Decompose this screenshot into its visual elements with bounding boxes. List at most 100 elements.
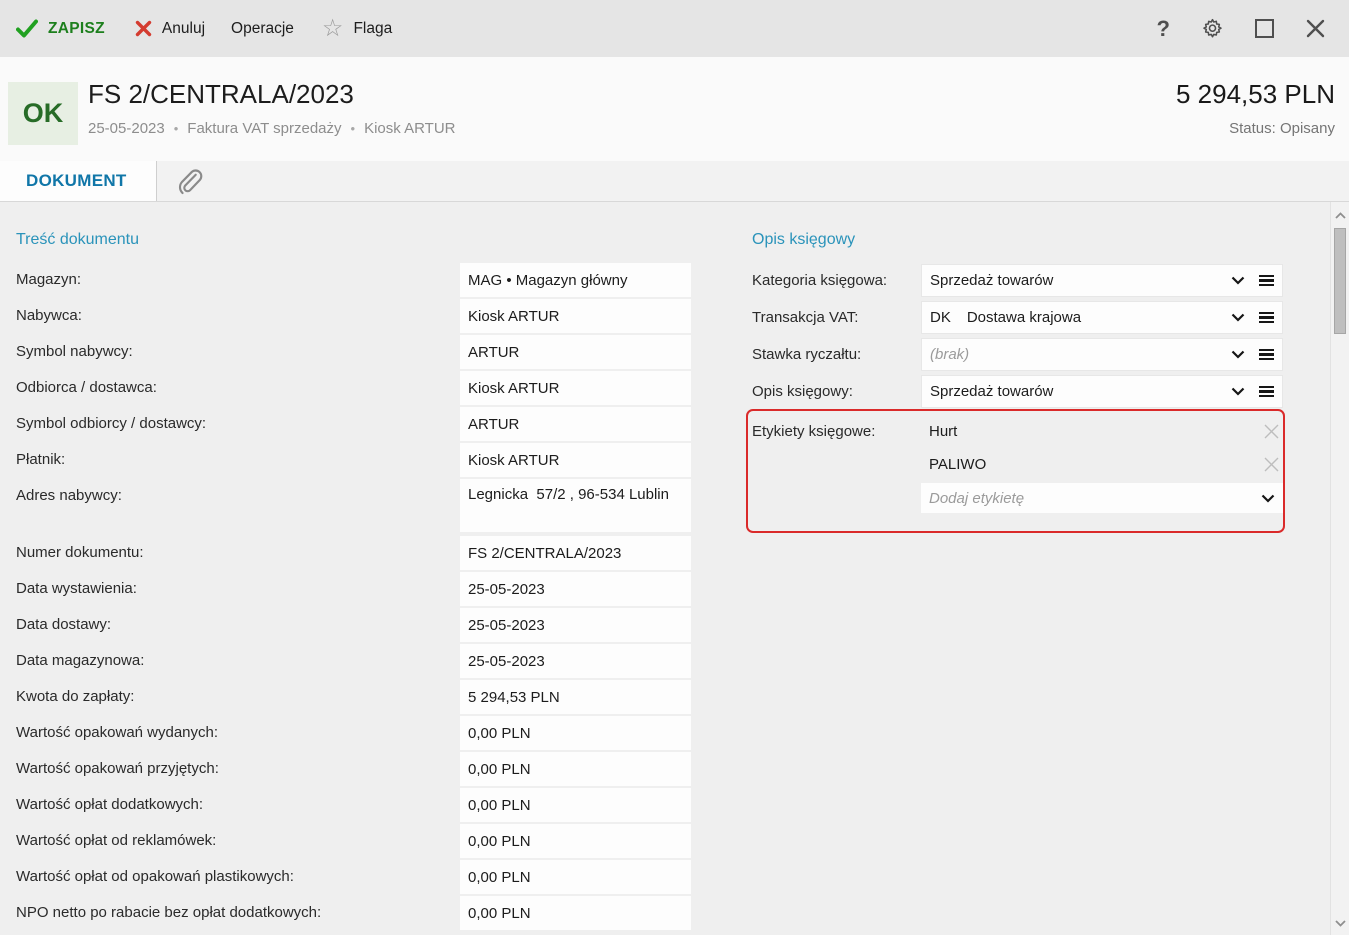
scroll-up-icon[interactable]: [1331, 212, 1349, 219]
field-label: Wartość opakowań wydanych:: [16, 716, 218, 750]
dropdown-field[interactable]: (brak): [921, 338, 1283, 371]
separator-dot: •: [174, 121, 179, 136]
field-label: Stawka ryczałtu:: [752, 338, 861, 371]
dropdown-value-code: DK: [930, 309, 951, 326]
dropdown-field[interactable]: Sprzedaż towarów: [921, 264, 1283, 297]
field-value: Legnicka 57/2 , 96-534 Lublin: [468, 484, 669, 505]
field-value-box[interactable]: Kiosk ARTUR: [460, 443, 691, 477]
flag-button-label: Flaga: [353, 20, 392, 38]
field-value-box[interactable]: 0,00 PLN: [460, 752, 691, 786]
document-field-row: Data magazynowa:25-05-2023: [0, 644, 700, 678]
field-value: 25-05-2023: [468, 579, 545, 600]
field-label: Kategoria księgowa:: [752, 264, 887, 297]
menu-icon[interactable]: [1259, 312, 1274, 323]
dropdown-field[interactable]: Sprzedaż towarów: [921, 375, 1283, 408]
tab-attachments[interactable]: [158, 161, 222, 201]
accounting-field-row: Opis księgowy: Sprzedaż towarów: [0, 375, 1300, 408]
document-status: Status: Opisany: [1229, 120, 1335, 137]
save-button[interactable]: ZAPISZ: [16, 19, 105, 38]
flag-button[interactable]: ☆ Flaga: [322, 17, 392, 41]
document-field-row: Kwota do zapłaty: 5 294,53 PLN: [0, 680, 700, 714]
dropdown-value: Dostawa krajowa: [967, 309, 1217, 326]
accounting-field-row: Kategoria księgowa: Sprzedaż towarów: [0, 264, 1300, 297]
separator-dot: •: [351, 121, 356, 136]
document-field-row: Wartość opakowań wydanych: 0,00 PLN: [0, 716, 700, 750]
field-value: 0,00 PLN: [468, 903, 531, 924]
field-value-box[interactable]: Legnicka 57/2 , 96-534 Lublin: [460, 479, 691, 532]
field-label: Kwota do zapłaty:: [16, 680, 134, 714]
field-value-box[interactable]: 25-05-2023: [460, 608, 691, 642]
menu-icon[interactable]: [1259, 275, 1274, 286]
dropdown-value: Sprzedaż towarów: [930, 383, 1217, 400]
tag-row: PALIWO: [921, 448, 1283, 481]
field-label: Adres nabywcy:: [16, 479, 122, 513]
field-value-box[interactable]: 0,00 PLN: [460, 716, 691, 750]
field-value: 0,00 PLN: [468, 795, 531, 816]
chevron-down-icon[interactable]: [1231, 276, 1245, 285]
accounting-fields: Kategoria księgowa: Sprzedaż towarów Trans…: [0, 264, 1300, 412]
field-label: Opis księgowy:: [752, 375, 853, 408]
tag-name: Hurt: [921, 423, 1262, 440]
chevron-down-icon[interactable]: [1231, 313, 1245, 322]
settings-button[interactable]: [1202, 18, 1223, 39]
operations-button[interactable]: Operacje: [231, 20, 294, 38]
field-value: 0,00 PLN: [468, 867, 531, 888]
document-field-row: Wartość opakowań przyjętych:0,00 PLN: [0, 752, 700, 786]
vertical-scrollbar[interactable]: [1330, 202, 1349, 935]
field-label: Symbol odbiorcy / dostawcy:: [16, 407, 206, 441]
help-button[interactable]: ?: [1157, 16, 1170, 42]
tab-bar: DOKUMENT: [0, 161, 1349, 202]
section-heading-accounting: Opis księgowy: [752, 231, 855, 249]
scrollbar-thumb[interactable]: [1334, 228, 1346, 334]
dropdown-field[interactable]: DK Dostawa krajowa: [921, 301, 1283, 334]
field-label: Transakcja VAT:: [752, 301, 858, 334]
save-button-label: ZAPISZ: [48, 20, 105, 38]
document-subtitle: 25-05-2023 • Faktura VAT sprzedaży • Kio…: [88, 120, 456, 137]
field-value: 5 294,53 PLN: [468, 687, 560, 708]
paperclip-icon: [175, 164, 205, 197]
tab-dokument[interactable]: DOKUMENT: [0, 161, 157, 201]
accounting-field-row: Stawka ryczałtu: (brak): [0, 338, 1300, 371]
scroll-down-icon[interactable]: [1331, 920, 1349, 927]
field-label: Data wystawienia:: [16, 572, 137, 606]
document-date: 25-05-2023: [88, 120, 165, 137]
field-label: Płatnik:: [16, 443, 65, 477]
field-value: 25-05-2023: [468, 615, 545, 636]
field-value-box[interactable]: 25-05-2023: [460, 644, 691, 678]
field-value-box[interactable]: 25-05-2023: [460, 572, 691, 606]
chevron-down-icon[interactable]: [1231, 387, 1245, 396]
field-value: 0,00 PLN: [468, 831, 531, 852]
field-value-box[interactable]: FS 2/CENTRALA/2023: [460, 536, 691, 570]
document-contractor: Kiosk ARTUR: [364, 120, 455, 137]
tab-dokument-label: DOKUMENT: [26, 171, 127, 191]
maximize-button[interactable]: [1255, 19, 1274, 38]
field-label: NPO netto po rabacie bez opłat dodatkowy…: [16, 896, 321, 930]
dropdown-value: (brak): [930, 346, 1217, 363]
field-value-box[interactable]: 0,00 PLN: [460, 860, 691, 894]
menu-icon[interactable]: [1259, 386, 1274, 397]
document-field-row: Wartość opłat od reklamówek:0,00 PLN: [0, 824, 700, 858]
field-value-box[interactable]: ARTUR: [460, 407, 691, 441]
dropdown-value: Sprzedaż towarów: [930, 272, 1217, 289]
field-label: Wartość opłat dodatkowych:: [16, 788, 203, 822]
chevron-down-icon[interactable]: [1231, 350, 1245, 359]
toolbar: ZAPISZ Anuluj Operacje ☆ Flaga ?: [0, 0, 1349, 57]
field-value-box[interactable]: 0,00 PLN: [460, 788, 691, 822]
maximize-icon: [1255, 19, 1274, 38]
field-value-box[interactable]: 5 294,53 PLN: [460, 680, 691, 714]
remove-tag-icon[interactable]: [1262, 455, 1281, 474]
chevron-down-icon[interactable]: [1261, 494, 1275, 503]
field-value-box[interactable]: 0,00 PLN: [460, 896, 691, 930]
add-tag-combobox[interactable]: Dodaj etykietę: [921, 483, 1283, 513]
close-button[interactable]: [1306, 19, 1325, 38]
field-value: Kiosk ARTUR: [468, 450, 559, 471]
field-value: ARTUR: [468, 414, 519, 435]
remove-tag-icon[interactable]: [1262, 422, 1281, 441]
document-field-row: Data wystawienia: 25-05-2023: [0, 572, 700, 606]
field-label: Numer dokumentu:: [16, 536, 144, 570]
cancel-button[interactable]: Anuluj: [135, 20, 205, 38]
field-value-box[interactable]: 0,00 PLN: [460, 824, 691, 858]
document-amount: 5 294,53 PLN: [1176, 79, 1335, 110]
menu-icon[interactable]: [1259, 349, 1274, 360]
status-badge: OK: [8, 82, 78, 145]
